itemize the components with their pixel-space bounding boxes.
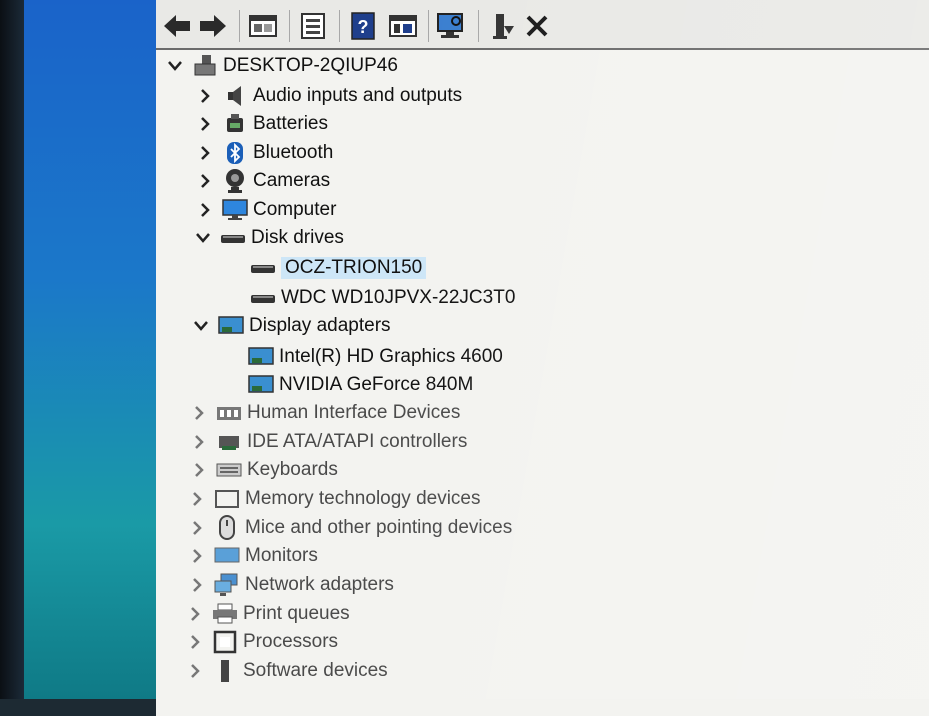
category-display-adapters[interactable]: Display adapters xyxy=(192,312,391,340)
category-label: Display adapters xyxy=(249,315,391,336)
printer-icon xyxy=(212,602,238,626)
processor-icon xyxy=(212,630,238,654)
device-nvidia-geforce[interactable]: NVIDIA GeForce 840M xyxy=(248,371,473,399)
monitor-icon xyxy=(222,198,248,222)
category-label: Disk drives xyxy=(251,227,344,248)
chevron-right-icon[interactable] xyxy=(188,490,206,508)
show-hidden-icon[interactable] xyxy=(386,10,420,42)
device-manager-window: ? DESKTOP-2QIUP46 Audio inputs and outpu… xyxy=(156,0,929,716)
chevron-right-icon[interactable] xyxy=(196,115,214,133)
category-label: Computer xyxy=(253,199,337,220)
battery-icon xyxy=(222,112,248,136)
category-ide-ata[interactable]: IDE ATA/ATAPI controllers xyxy=(190,428,467,456)
category-label: Mice and other pointing devices xyxy=(245,517,513,538)
chevron-right-icon[interactable] xyxy=(186,633,204,651)
disk-drive-icon xyxy=(220,226,246,250)
ide-controller-icon xyxy=(216,430,242,454)
back-icon[interactable] xyxy=(160,10,194,42)
category-label: Bluetooth xyxy=(253,142,334,163)
chevron-down-icon[interactable] xyxy=(194,229,212,247)
memory-icon xyxy=(214,487,240,511)
computer-tower-icon xyxy=(192,54,218,78)
bluetooth-icon xyxy=(222,141,248,165)
speaker-icon xyxy=(222,84,248,108)
category-label: Memory technology devices xyxy=(245,488,481,509)
category-monitors[interactable]: Monitors xyxy=(188,542,318,570)
category-label: Cameras xyxy=(253,170,331,191)
monitor-icon xyxy=(214,544,240,568)
properties-window-icon[interactable] xyxy=(246,10,280,42)
device-tree: DESKTOP-2QIUP46 Audio inputs and outputs… xyxy=(156,52,929,716)
category-label: Network adapters xyxy=(245,574,394,595)
tree-root[interactable]: DESKTOP-2QIUP46 xyxy=(166,52,398,80)
category-label: Keyboards xyxy=(247,459,338,480)
chevron-right-icon[interactable] xyxy=(196,172,214,190)
category-label: Software devices xyxy=(243,660,388,681)
category-label: IDE ATA/ATAPI controllers xyxy=(247,431,468,452)
desktop-background xyxy=(0,0,160,699)
chevron-right-icon[interactable] xyxy=(188,547,206,565)
scan-hardware-icon[interactable] xyxy=(434,10,468,42)
disk-drive-icon xyxy=(250,286,276,310)
forward-icon[interactable] xyxy=(196,10,230,42)
disk-drive-icon xyxy=(250,256,276,280)
device-wdc-drive[interactable]: WDC WD10JPVX-22JC3T0 xyxy=(250,284,515,312)
computer-name: DESKTOP-2QIUP46 xyxy=(223,55,398,76)
software-device-icon xyxy=(212,659,238,683)
toolbar: ? xyxy=(156,0,929,50)
monitor-bezel xyxy=(0,0,24,699)
chevron-right-icon[interactable] xyxy=(186,605,204,623)
uninstall-icon[interactable] xyxy=(520,10,554,42)
category-audio[interactable]: Audio inputs and outputs xyxy=(196,82,462,110)
help-icon[interactable]: ? xyxy=(346,10,380,42)
category-hid[interactable]: Human Interface Devices xyxy=(190,399,460,427)
chevron-down-icon[interactable] xyxy=(192,317,210,335)
category-memory-technology[interactable]: Memory technology devices xyxy=(188,485,481,513)
chevron-down-icon[interactable] xyxy=(166,57,184,75)
chevron-right-icon[interactable] xyxy=(190,404,208,422)
network-icon xyxy=(214,573,240,597)
category-label: Print queues xyxy=(243,603,350,624)
category-label: Monitors xyxy=(245,545,318,566)
category-software-devices[interactable]: Software devices xyxy=(186,657,388,685)
category-label: Audio inputs and outputs xyxy=(253,85,463,106)
keyboard-icon xyxy=(216,458,242,482)
category-computer[interactable]: Computer xyxy=(196,196,336,224)
update-driver-icon[interactable] xyxy=(296,10,330,42)
svg-text:?: ? xyxy=(358,17,369,37)
camera-icon xyxy=(222,169,248,193)
chevron-right-icon[interactable] xyxy=(190,433,208,451)
category-mice[interactable]: Mice and other pointing devices xyxy=(188,514,512,542)
device-label: Intel(R) HD Graphics 4600 xyxy=(279,346,503,367)
chevron-right-icon[interactable] xyxy=(190,461,208,479)
mouse-icon xyxy=(214,515,240,540)
chevron-right-icon[interactable] xyxy=(196,144,214,162)
category-cameras[interactable]: Cameras xyxy=(196,167,330,195)
device-label: OCZ-TRION150 xyxy=(281,257,427,279)
device-label: NVIDIA GeForce 840M xyxy=(279,374,474,395)
category-print-queues[interactable]: Print queues xyxy=(186,600,350,628)
display-adapter-icon xyxy=(218,314,244,338)
add-legacy-icon[interactable] xyxy=(486,10,520,42)
category-label: Processors xyxy=(243,631,339,652)
chevron-right-icon[interactable] xyxy=(196,87,214,105)
display-adapter-icon xyxy=(248,373,274,397)
hid-icon xyxy=(216,401,242,425)
chevron-right-icon[interactable] xyxy=(186,662,204,680)
category-network-adapters[interactable]: Network adapters xyxy=(188,571,394,599)
device-label: WDC WD10JPVX-22JC3T0 xyxy=(281,287,516,308)
chevron-right-icon[interactable] xyxy=(188,576,206,594)
category-bluetooth[interactable]: Bluetooth xyxy=(196,139,333,167)
category-keyboards[interactable]: Keyboards xyxy=(190,456,338,484)
category-batteries[interactable]: Batteries xyxy=(196,110,328,138)
category-label: Human Interface Devices xyxy=(247,402,461,423)
category-processors[interactable]: Processors xyxy=(186,628,338,656)
chevron-right-icon[interactable] xyxy=(196,201,214,219)
display-adapter-icon xyxy=(248,345,274,369)
category-label: Batteries xyxy=(253,113,328,134)
category-disk-drives[interactable]: Disk drives xyxy=(194,224,344,252)
device-ocz-trion150[interactable]: OCZ-TRION150 xyxy=(250,254,427,282)
device-intel-hd-graphics[interactable]: Intel(R) HD Graphics 4600 xyxy=(248,343,503,371)
chevron-right-icon[interactable] xyxy=(188,519,206,537)
